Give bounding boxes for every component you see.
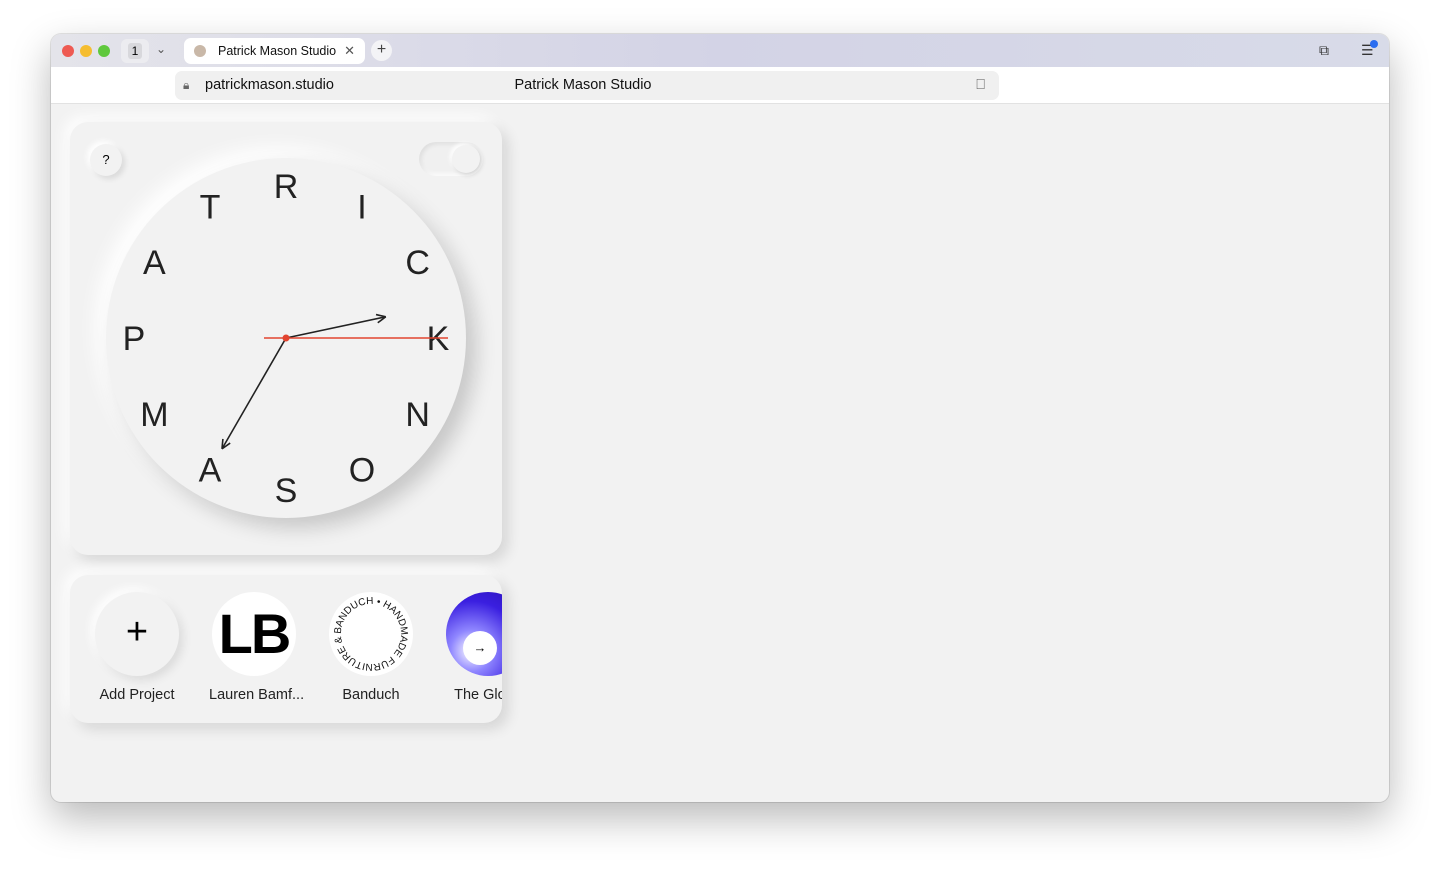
favicon-icon [194,45,206,57]
clock-letter: M [140,396,168,434]
hour-hand [285,316,386,339]
clock-center [282,334,290,342]
clock-letter: K [427,320,450,358]
tab-active[interactable]: Patrick Mason Studio ✕ [184,38,365,64]
menu-icon[interactable]: ☰ [1361,40,1378,59]
bookmark-icon[interactable]: ⎕ [976,71,985,100]
address-bar: 🔒︎ Patrick Mason Studio patrickmason.stu… [51,67,1389,104]
clock-letter: O [349,452,375,490]
minute-hand [221,337,287,450]
clock-svg: RICKNOSAMPAT [123,168,450,510]
svg-text:BANDUCH • HANDMADE FURNITURE &: BANDUCH • HANDMADE FURNITURE & TURNED OB… [329,592,409,672]
projects-card: + Add Project LB Lauren Bamf... BANDUCH … [70,575,502,723]
add-project-button[interactable]: + Add Project [92,592,182,703]
clock-letter: N [405,396,430,434]
project-label: Banduch [342,687,400,703]
global-logo: → [446,592,502,676]
url-text: patrickmason.studio [205,77,334,93]
close-window-button[interactable] [62,45,74,57]
url-field[interactable]: 🔒︎ Patrick Mason Studio patrickmason.stu… [175,71,999,100]
clock-letter: P [123,320,146,358]
clock-letter: S [275,472,298,510]
project-lauren[interactable]: LB Lauren Bamf... [209,592,305,703]
maximize-window-button[interactable] [98,45,110,57]
clock-card: ? RICKNOSAMPAT [70,122,502,555]
clock-letter: I [357,188,366,226]
clock-letter: C [405,244,430,282]
close-tab-icon[interactable]: ✕ [344,43,355,59]
clock-letter: A [199,452,222,490]
browser-window: 1 ⌄ Patrick Mason Studio ✕ + ⧉ ☰ 🔒︎ Patr… [51,34,1389,802]
banduch-logo: BANDUCH • HANDMADE FURNITURE & TURNED OB… [329,592,413,676]
project-label: The Globa [454,687,502,703]
clock-face: RICKNOSAMPAT [106,158,466,518]
clock-letter: R [274,168,299,206]
clock-letter: T [200,188,221,226]
minimize-window-button[interactable] [80,45,92,57]
hour-hand-arrowhead [375,313,386,318]
tab-count-button[interactable]: 1 [121,39,149,63]
project-global[interactable]: → The Globa [443,592,502,703]
new-tab-button[interactable]: + [371,40,392,61]
clock-letter: A [143,244,166,282]
project-banduch[interactable]: BANDUCH • HANDMADE FURNITURE & TURNED OB… [326,592,416,703]
tab-title: Patrick Mason Studio [218,44,337,58]
project-label: Lauren Bamf... [209,687,305,703]
minute-hand-arrowhead [221,438,224,449]
plus-icon: + [95,592,179,676]
bookmarks-icon[interactable]: ⧉ [1319,42,1329,59]
chevron-down-icon[interactable]: ⌄ [156,42,166,56]
project-label: Add Project [99,687,175,703]
lb-logo: LB [212,592,296,676]
tab-bar: 1 ⌄ Patrick Mason Studio ✕ + ⧉ ☰ [51,34,1389,67]
arrow-right-icon: → [463,631,497,665]
